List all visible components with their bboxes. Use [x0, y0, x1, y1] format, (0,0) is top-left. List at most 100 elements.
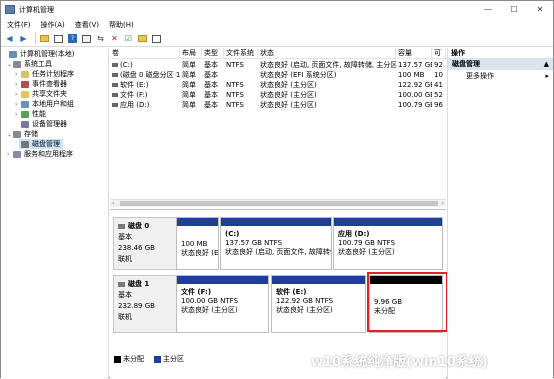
partition-status: 状态良好 (EFI [181, 249, 218, 257]
table-cell-status: 状态良好 (启动, 页面文件, 故障转储, 主分区) [260, 61, 396, 69]
table-row[interactable]: (C:) 简单 基本 NTFS 状态良好 (启动, 页面文件, 故障转储, 主分区) 13… [110, 60, 446, 70]
volume-icon [112, 93, 118, 97]
column-header-capacity[interactable]: 容量 [396, 48, 432, 59]
disk-1-size: 232.89 GB [118, 302, 155, 310]
scroll-left-icon[interactable]: ‹ [112, 200, 114, 207]
submenu-arrow-icon: ▸ [545, 72, 549, 80]
table-cell-free: 52 [434, 91, 443, 99]
table-cell-cap: 100 MB [398, 71, 425, 79]
column-header-type[interactable]: 类型 [202, 48, 224, 59]
help-icon[interactable]: ? [67, 33, 78, 44]
collapse-up-icon[interactable]: ▲ [544, 59, 549, 70]
table-cell-status: 状态良好 (EFI 系统分区) [260, 71, 337, 79]
horizontal-scrollbar[interactable]: ‹ › [110, 199, 446, 207]
tree-label: 共享文件夹 [32, 90, 67, 98]
table-cell-layout: 简单 [182, 71, 196, 79]
partition-title: 文件 (F:) [181, 288, 212, 296]
menu-file[interactable]: 文件(F) [7, 20, 31, 30]
table-cell-type: 基本 [204, 81, 218, 89]
partition-status: 状态良好 (主分区) [276, 306, 333, 314]
primary-partition-bar [334, 218, 442, 226]
disk-1-info[interactable]: 磁盘 1 基本 232.89 GB 联机 [113, 275, 177, 333]
maximize-button[interactable]: ☐ [501, 1, 527, 18]
tree-label: 事件查看器 [32, 80, 67, 88]
table-cell-status: 状态良好 (主分区) [260, 91, 317, 99]
open-icon[interactable] [137, 33, 148, 44]
disk-0-state: 联机 [118, 255, 132, 263]
volume-name: 文件 (F:) [120, 91, 148, 99]
table-cell-vol: 文件 (F:) [110, 90, 180, 100]
actions-section-disk-management[interactable]: 磁盘管理 ▲ [448, 59, 553, 70]
actions-pane: 操作 磁盘管理 ▲ 更多操作 ▸ [447, 48, 553, 379]
legend-unallocated: 未分配 [123, 355, 144, 363]
tree-item-disk-management[interactable]: 磁盘管理 [19, 139, 63, 149]
volume-icon [112, 103, 118, 107]
disk-1-name: 磁盘 1 [128, 280, 150, 288]
menu-bar: 文件(F) 操作(A) 查看(V) 帮助(H) [1, 18, 553, 31]
tree-label: 服务和应用程序 [24, 150, 73, 158]
table-row[interactable]: 软件 (E:) 简单 基本 NTFS 状态良好 (主分区) 122.92 GB 41 [110, 80, 446, 90]
disk-1-partition-f[interactable]: 文件 (F:) 100.00 GB NTFS 状态良好 (主分区) [176, 275, 269, 333]
table-cell-status: 状态良好 (主分区) [260, 101, 317, 109]
table-row[interactable]: 文件 (F:) 简单 基本 NTFS 状态良好 (主分区) 100.00 GB 52 [110, 90, 446, 100]
tree-item-services[interactable]: › 服务和应用程序 [7, 149, 73, 159]
properties-icon[interactable] [81, 33, 92, 44]
device-manager-icon [21, 120, 29, 128]
more-actions-label: 更多操作 [466, 72, 494, 80]
table-cell-layout: 简单 [182, 101, 196, 109]
close-button[interactable]: ✕ [527, 1, 553, 18]
tree-label: 性能 [32, 110, 46, 118]
disk-0-partition-d[interactable]: 应用 (D:) 100.79 GB NTFS 状态良好 (主分区) [333, 217, 443, 270]
table-cell-fs: NTFS [226, 81, 244, 89]
check-icon[interactable]: ☑ [123, 33, 134, 44]
show-hide-tree-icon[interactable] [53, 33, 64, 44]
column-header-status[interactable]: 状态 [258, 48, 396, 59]
disk-1-partition-e[interactable]: 软件 (E:) 122.92 GB NTFS 状态良好 (主分区) [271, 275, 366, 333]
tree-item-local-users[interactable]: › 本地用户和组 [15, 99, 74, 109]
partition-size: 122.92 GB NTFS [276, 297, 334, 305]
back-icon[interactable]: ◀ [4, 33, 15, 44]
volume-name: (C:) [120, 61, 133, 69]
disk-0-partition-c[interactable]: (C:) 137.57 GB NTFS 状态良好 (启动, 页面文件, 故障转储 [220, 217, 332, 270]
scrollbar-thumb[interactable] [120, 201, 438, 206]
disk-0-partition-efi[interactable]: 100 MB 状态良好 (EFI [176, 217, 219, 270]
tree-item-event-viewer[interactable]: › 事件查看器 [15, 79, 67, 89]
volume-name: 应用 (D:) [120, 101, 150, 109]
hard-disk-icon [118, 282, 125, 287]
hard-disk-icon [118, 224, 125, 229]
delete-icon[interactable]: ✕ [109, 33, 120, 44]
column-header-layout[interactable]: 布局 [180, 48, 202, 59]
tree-item-shared-folders[interactable]: › 共享文件夹 [15, 89, 67, 99]
forward-icon[interactable]: ▶ [18, 33, 29, 44]
column-header-free[interactable]: 可 [432, 48, 446, 59]
tree-item-device-manager[interactable]: 设备管理器 [21, 119, 67, 129]
partition-status: 状态良好 (启动, 页面文件, 故障转储 [225, 248, 331, 256]
tree-item-performance[interactable]: › 性能 [15, 109, 46, 119]
scroll-right-icon[interactable]: › [442, 200, 444, 207]
table-row[interactable]: (磁盘 0 磁盘分区 1) 简单 基本 状态良好 (EFI 系统分区) 100 MB 10 [110, 70, 446, 80]
disk-1-type: 基本 [118, 291, 132, 299]
partition-title: 软件 (E:) [276, 288, 307, 296]
unallocated-swatch [114, 355, 121, 363]
toolbar-separator [35, 33, 36, 44]
menu-view[interactable]: 查看(V) [75, 20, 99, 30]
column-header-filesystem[interactable]: 文件系统 [224, 48, 258, 59]
disk-0-name: 磁盘 0 [128, 222, 150, 230]
up-folder-icon[interactable] [39, 33, 50, 44]
menu-action[interactable]: 操作(A) [41, 20, 65, 30]
table-cell-type: 基本 [204, 101, 218, 109]
connect-icon[interactable]: ⇆ [95, 33, 106, 44]
column-header-volume[interactable]: 卷 [110, 48, 180, 59]
menu-help[interactable]: 帮助(H) [109, 20, 134, 30]
tree-item-system-tools[interactable]: ⌄ 系统工具 [7, 59, 52, 69]
tree-item-root[interactable]: 计算机管理(本地) [3, 49, 74, 59]
minimize-button[interactable]: — [475, 1, 501, 18]
table-row[interactable]: 应用 (D:) 简单 基本 NTFS 状态良好 (主分区) 100.79 GB 96 [110, 100, 446, 110]
computer-management-window: 计算机管理 — ☐ ✕ 文件(F) 操作(A) 查看(V) 帮助(H) ◀ ▶ … [0, 0, 554, 379]
table-cell-free: 41 [434, 81, 443, 89]
more-actions-item[interactable]: 更多操作 ▸ [448, 70, 553, 83]
tree-item-storage[interactable]: ⌄ 存储 [7, 129, 38, 139]
disk-0-info[interactable]: 磁盘 0 基本 238.46 GB 联机 [113, 217, 177, 270]
zoom-icon[interactable] [151, 33, 162, 44]
tree-item-task-scheduler[interactable]: › 任务计划程序 [15, 69, 74, 79]
